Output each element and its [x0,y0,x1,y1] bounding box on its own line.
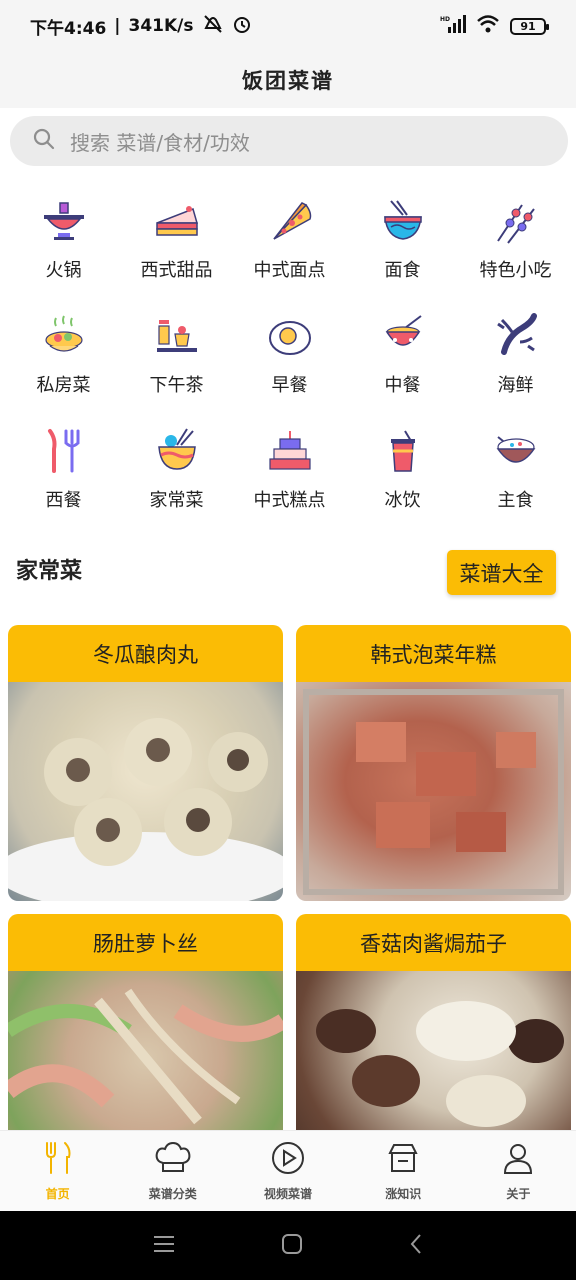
wifi-icon [476,14,500,38]
network-type-label: HD [440,16,450,23]
category-label: 早餐 [271,375,308,396]
category-chinese-cake[interactable]: 中式糕点 [233,420,346,535]
category-label: 西餐 [45,490,82,511]
search-input[interactable]: 搜索 菜谱/食材/功效 [70,127,250,156]
category-hotpot[interactable]: 火锅 [7,190,120,305]
category-label: 私房菜 [36,375,91,396]
status-divider: | [114,16,121,36]
bottom-nav: 首页 菜谱分类 视频菜谱 涨知识 关于 [0,1130,576,1211]
user-icon [501,1141,535,1179]
pizza-icon [265,196,315,246]
search-bar[interactable]: 搜索 菜谱/食材/功效 [10,116,568,166]
bowl-chopsticks-icon [152,426,202,476]
category-breakfast[interactable]: 早餐 [233,305,346,420]
nav-label: 首页 [45,1186,70,1201]
category-label: 西式甜品 [140,260,213,281]
category-snacks[interactable]: 特色小吃 [459,190,572,305]
category-label: 火锅 [45,260,82,281]
status-right: HD 91 [440,14,549,38]
category-label: 冰饮 [384,490,421,511]
lobster-icon [491,311,541,361]
category-private-kitchen[interactable]: 私房菜 [7,305,120,420]
recipe-title: 香菇肉酱焗茄子 [296,914,571,971]
recipe-photo [296,682,571,901]
recipe-title: 冬瓜酿肉丸 [8,625,283,682]
recipe-card[interactable]: 肠肚萝卜丝 [8,914,283,1130]
category-label: 家常菜 [149,490,204,511]
signal-icon: HD [440,14,466,38]
category-label: 主食 [497,490,534,511]
skewer-icon [491,196,541,246]
status-time: 下午4:46 [30,18,107,39]
category-label: 下午茶 [149,375,204,396]
menu-icon[interactable] [152,1234,176,1258]
cake-slice-icon [152,196,202,246]
category-label: 面食 [384,260,421,281]
category-chinese-pastry[interactable]: 中式面点 [233,190,346,305]
category-iced-drinks[interactable]: 冰饮 [346,420,459,535]
noodle-bowl-icon [378,196,428,246]
home-icon[interactable] [281,1233,303,1259]
category-seafood[interactable]: 海鲜 [459,305,572,420]
recipe-title: 肠肚萝卜丝 [8,914,283,971]
nav-label: 视频菜谱 [264,1186,313,1201]
dish-icon [39,311,89,361]
nav-label: 涨知识 [385,1186,422,1201]
fried-egg-icon [265,311,315,361]
category-western-dessert[interactable]: 西式甜品 [120,190,233,305]
fork-knife-icon [39,426,89,476]
category-chinese-meal[interactable]: 中餐 [346,305,459,420]
nav-label: 关于 [506,1186,531,1201]
category-staple[interactable]: 主食 [459,420,572,535]
play-icon [271,1141,305,1179]
category-label: 中式糕点 [253,490,326,511]
recipe-photo [8,682,283,901]
chef-hat-icon [155,1141,191,1179]
category-label: 中餐 [384,375,421,396]
recipe-card[interactable]: 香菇肉酱焗茄子 [296,914,571,1130]
nav-categories[interactable]: 菜谱分类 [115,1131,230,1211]
battery-icon: 91 [510,17,549,35]
layer-cake-icon [265,426,315,476]
alarm-icon [232,14,252,39]
back-icon[interactable] [408,1233,424,1259]
all-recipes-button[interactable]: 菜谱大全 [447,550,556,595]
category-label: 海鲜 [497,375,534,396]
nav-home[interactable]: 首页 [0,1131,115,1211]
nav-about[interactable]: 关于 [461,1131,576,1211]
nav-video[interactable]: 视频菜谱 [230,1131,345,1211]
status-left: 下午4:46 | 341K/s [30,14,252,39]
iced-drink-icon [378,426,428,476]
store-icon [386,1141,420,1179]
rice-bowl-icon [491,426,541,476]
page-title: 饭团菜谱 [242,69,334,93]
recipe-card[interactable]: 韩式泡菜年糕 [296,625,571,901]
recipe-title: 韩式泡菜年糕 [296,625,571,682]
afternoon-tea-icon [152,311,202,361]
nav-knowledge[interactable]: 涨知识 [346,1131,461,1211]
recipe-photo [8,971,283,1130]
mute-icon [202,14,224,39]
category-afternoon-tea[interactable]: 下午茶 [120,305,233,420]
battery-level: 91 [520,19,536,33]
fork-spoon-icon [41,1141,75,1179]
search-icon [32,127,56,155]
category-home-style[interactable]: 家常菜 [120,420,233,535]
app-header: 饭团菜谱 [0,52,576,108]
status-speed: 341K/s [128,16,194,36]
section-title: 家常菜 [16,559,83,584]
category-western-food[interactable]: 西餐 [7,420,120,535]
category-grid: 火锅 西式甜品 中式面点 面食 特色小吃 私房菜 下午茶 早餐 中餐 海鲜 西餐… [7,190,573,535]
nav-label: 菜谱分类 [148,1186,197,1201]
rice-bowl-chopsticks-icon [378,311,428,361]
status-bar: 下午4:46 | 341K/s HD 91 [0,0,576,52]
recipe-card[interactable]: 冬瓜酿肉丸 [8,625,283,901]
category-label: 中式面点 [253,260,326,281]
category-noodles[interactable]: 面食 [346,190,459,305]
category-label: 特色小吃 [479,260,552,281]
hotpot-icon [39,196,89,246]
system-nav-bar [0,1211,576,1280]
recipe-photo [296,971,571,1130]
